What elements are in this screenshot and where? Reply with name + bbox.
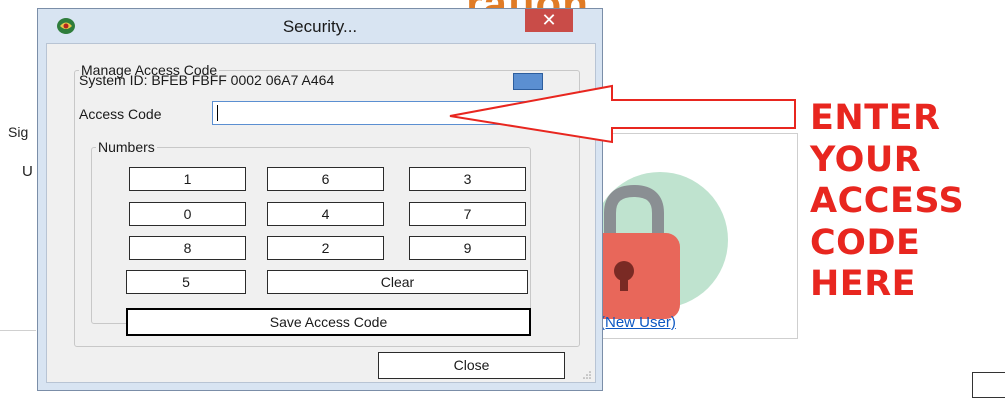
annotation-arrow-icon <box>449 84 796 144</box>
